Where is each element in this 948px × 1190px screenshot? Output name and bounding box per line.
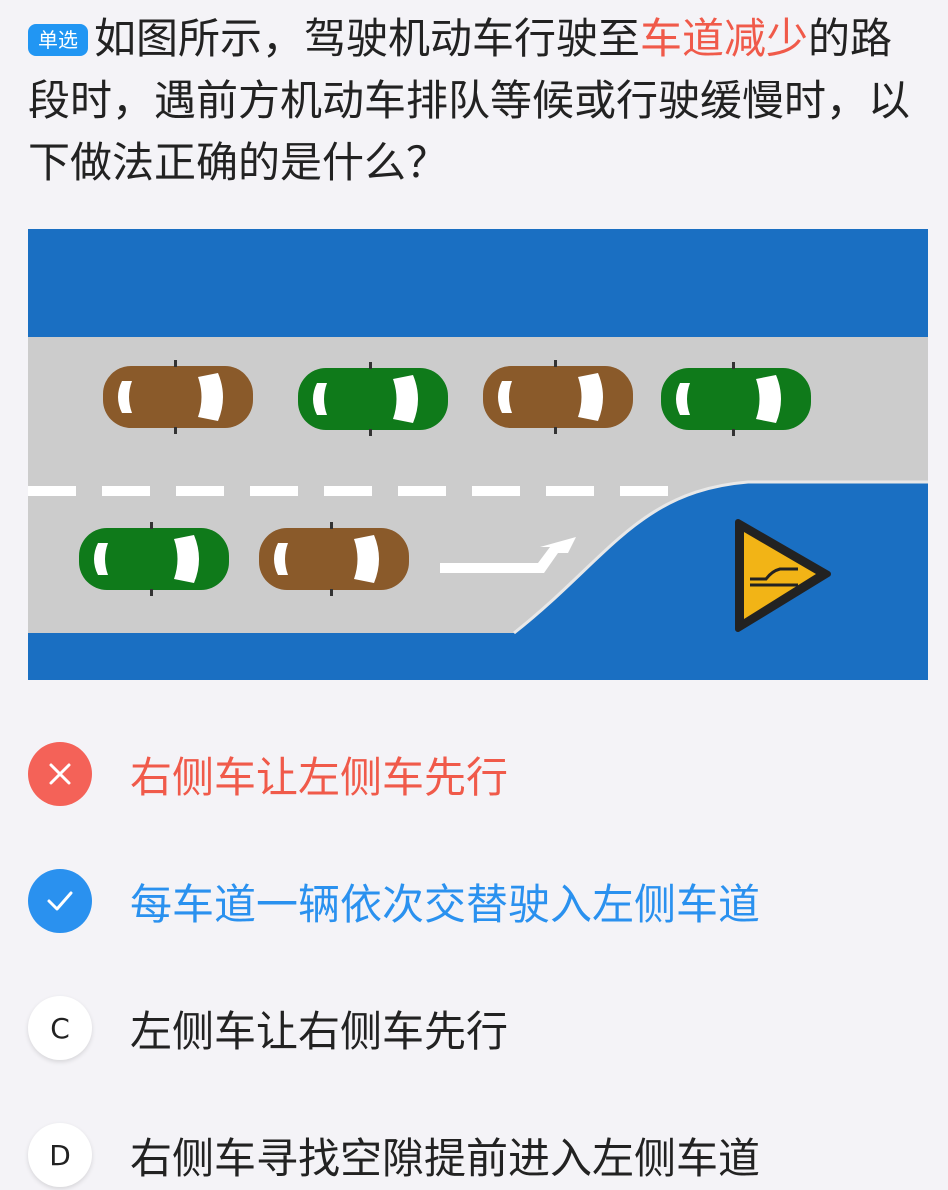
option-b-text: 每车道一辆依次交替驶入左侧车道 — [130, 879, 761, 929]
option-c-text: 左侧车让右侧车先行 — [130, 1006, 509, 1056]
car-green-1 — [298, 362, 448, 436]
car-brown-3 — [259, 522, 409, 596]
lane-reduction-illustration — [28, 229, 928, 680]
car-brown-1 — [103, 360, 253, 434]
option-c[interactable]: C 左侧车让右侧车先行 — [28, 993, 928, 1063]
option-a[interactable]: 右侧车让左侧车先行 — [28, 739, 928, 809]
option-c-marker: C — [28, 996, 92, 1060]
car-green-2 — [661, 362, 811, 436]
lane-divider-dashes — [28, 486, 668, 496]
question-text-part1: 如图所示，驾驶机动车行驶至 — [94, 14, 641, 63]
question-highlight: 车道减少 — [640, 14, 809, 63]
question-type-badge: 单选 — [28, 24, 88, 56]
option-d-marker: D — [28, 1123, 92, 1187]
car-brown-2 — [483, 360, 633, 434]
option-d-text: 右侧车寻找空隙提前进入左侧车道 — [130, 1133, 761, 1183]
option-b[interactable]: 每车道一辆依次交替驶入左侧车道 — [28, 866, 928, 936]
car-green-3 — [79, 522, 229, 596]
option-d[interactable]: D 右侧车寻找空隙提前进入左侧车道 — [28, 1120, 928, 1190]
check-icon — [28, 869, 92, 933]
cross-icon — [28, 742, 92, 806]
option-a-text: 右侧车让左侧车先行 — [130, 752, 509, 802]
shoulder-top — [28, 229, 928, 337]
shoulder-bottom — [28, 633, 928, 680]
question-text: 单选 如图所示，驾驶机动车行驶至车道减少的路段时，遇前方机动车排队等候或行驶缓慢时… — [28, 8, 928, 194]
